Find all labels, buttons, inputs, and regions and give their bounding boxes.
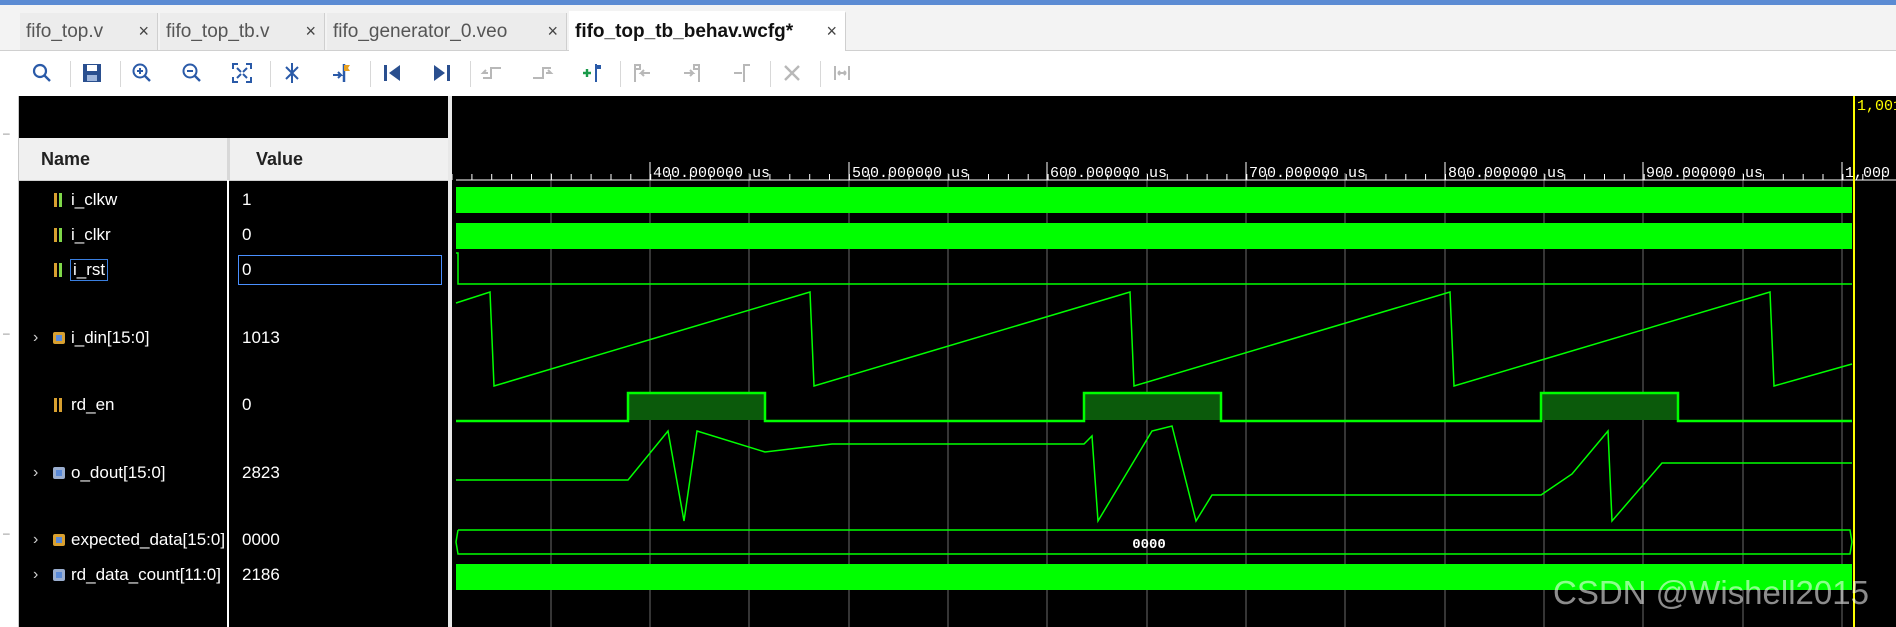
signal-row-i-rst[interactable]: i_rst 0 [19,255,448,286]
close-icon[interactable]: × [305,21,316,42]
cursor-snap-icon[interactable] [276,57,308,89]
tab-fifo-top-v[interactable]: fifo_top.v × [20,13,158,50]
tab-label: fifo_generator_0.veo [333,20,508,42]
signal-value: 2186 [242,565,280,584]
expand-chevron-icon[interactable]: › [33,566,38,584]
toolbar-separator [370,61,371,87]
signal-value: 0 [242,260,252,279]
toolbar-separator [470,61,471,87]
signal-row-i-din[interactable]: › i_din[15:0] 1013 [19,324,448,354]
toolbar-separator [120,61,121,87]
tab-label: fifo_top_tb.v [166,20,270,42]
waveform-toolbar [0,51,1896,97]
signal-name: i_clkr [71,225,111,244]
toolbar-separator [270,61,271,87]
value-selection-box [238,255,442,285]
wave-rd-en[interactable] [456,391,1852,423]
watermark: CSDN @Wishell2015 [1553,574,1869,611]
column-header: Name Value [19,138,448,181]
close-icon[interactable]: × [547,21,558,42]
editor-tab-bar: fifo_top.v × fifo_top_tb.v × fifo_genera… [0,5,1896,51]
zoom-out-icon[interactable] [176,57,208,89]
time-label: 400.000000 us [653,165,770,182]
time-labels: 400.000000 us 500.000000 us 600.000000 u… [653,165,1890,182]
delete-marker-icon[interactable] [776,57,808,89]
tab-fifo-top-tb-behav-wcfg[interactable]: fifo_top_tb_behav.wcfg* × [569,11,846,51]
signal-row-rd-en[interactable]: rd_en 0 [19,391,448,421]
bus-signal-icon [53,534,65,546]
signal-name-value-panel: Name Value i_clkw 1 i_clkr 0 i_rst 0 › i… [19,96,448,627]
tab-label: fifo_top_tb_behav.wcfg* [575,21,794,42]
bus-value-label: 0000 [1132,537,1166,553]
expand-chevron-icon[interactable]: › [33,329,38,347]
signal-name: i_din[15:0] [71,328,150,347]
signal-row-i-clkw[interactable]: i_clkw 1 [19,186,448,216]
time-label: 900.000000 us [1646,165,1763,182]
signal-name: expected_data[15:0] [71,530,225,549]
previous-marker-icon[interactable] [626,57,658,89]
waveform-viewer[interactable]: 400.000000 us 500.000000 us 600.000000 u… [452,96,1896,627]
signal-name: o_dout[15:0] [71,463,166,482]
signal-value: 0000 [242,530,280,549]
logic-signal-icon [54,263,62,277]
cursor-time-label: 1,001 [1857,98,1896,115]
signal-name: rd_data_count[11:0] [71,565,221,584]
swap-cursors-icon[interactable] [726,57,758,89]
logic-signal-icon [54,193,62,207]
expand-chevron-icon[interactable]: › [33,531,38,549]
bus-signal-icon [53,467,65,479]
time-label: 600.000000 us [1050,165,1167,182]
time-label: 500.000000 us [852,165,969,182]
waveform-canvas[interactable]: 400.000000 us 500.000000 us 600.000000 u… [452,96,1896,627]
logic-signal-icon [54,228,62,242]
go-to-start-icon[interactable] [376,57,408,89]
value-column-header[interactable]: Value [256,138,303,180]
add-marker-icon[interactable] [576,57,608,89]
tab-label: fifo_top.v [26,20,104,42]
time-label: 700.000000 us [1249,165,1366,182]
toolbar-separator [820,61,821,87]
search-icon[interactable] [26,57,58,89]
column-divider[interactable] [227,138,230,180]
toolbar-separator [770,61,771,87]
signal-name: i_rst [69,259,109,281]
close-icon[interactable]: × [138,21,149,42]
bus-signal-icon [53,569,65,581]
fit-markers-icon[interactable] [826,57,858,89]
name-column-header[interactable]: Name [41,138,90,180]
signal-row-i-clkr[interactable]: i_clkr 0 [19,221,448,251]
side-panel-edge: – – – [0,96,19,627]
signal-row-expected-data[interactable]: › expected_data[15:0] 0000 [19,526,448,556]
toolbar-separator [70,61,71,87]
tab-fifo-top-tb-v[interactable]: fifo_top_tb.v × [160,13,325,50]
time-label: 1,000 [1845,165,1890,182]
save-icon[interactable] [76,57,108,89]
zoom-in-icon[interactable] [126,57,158,89]
logic-signal-icon [54,398,62,412]
signal-value: 1013 [242,328,280,347]
expand-chevron-icon[interactable]: › [33,464,38,482]
signal-value: 0 [242,395,252,414]
close-icon[interactable]: × [826,21,837,42]
wave-i-clkw[interactable] [456,187,1852,213]
marker-icon[interactable] [326,57,358,89]
tab-fifo-generator-veo[interactable]: fifo_generator_0.veo × [327,13,567,50]
signal-value: 1 [242,190,252,209]
signal-value: 0 [242,225,252,244]
bus-signal-icon [53,332,65,344]
toolbar-separator [620,61,621,87]
next-transition-icon[interactable] [526,57,558,89]
signal-value: 2823 [242,463,280,482]
signal-row-o-dout[interactable]: › o_dout[15:0] 2823 [19,459,448,489]
signal-name: i_clkw [71,190,118,209]
time-label: 800.000000 us [1448,165,1565,182]
zoom-fit-icon[interactable] [226,57,258,89]
wave-i-clkr[interactable] [456,223,1852,249]
go-to-end-icon[interactable] [426,57,458,89]
previous-transition-icon[interactable] [476,57,508,89]
signal-name: rd_en [71,395,115,414]
signal-row-rd-data-count[interactable]: › rd_data_count[11:0] 2186 [19,561,448,591]
next-marker-icon[interactable] [676,57,708,89]
